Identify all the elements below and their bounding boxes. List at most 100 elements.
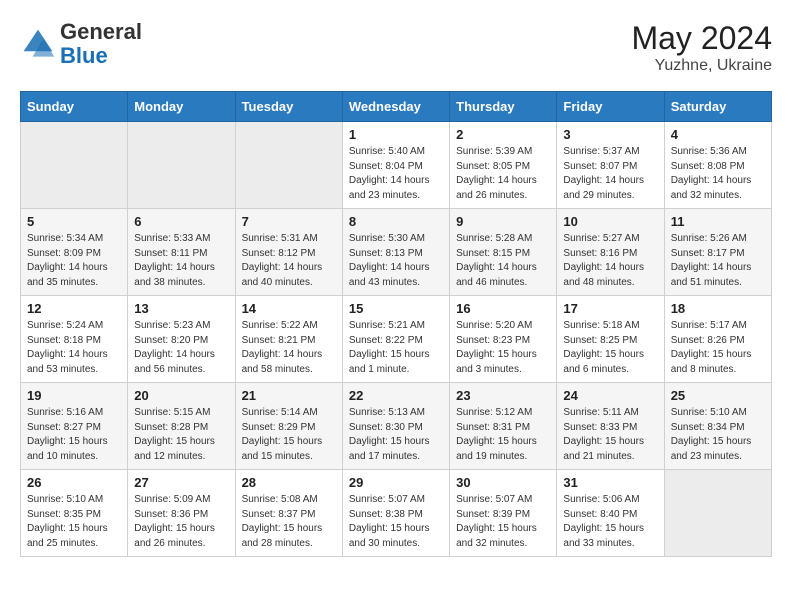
- day-info: Sunrise: 5:26 AM Sunset: 8:17 PM Dayligh…: [671, 232, 765, 290]
- calendar-cell: 26 Sunrise: 5:10 AM Sunset: 8:35 PM Dayli…: [21, 470, 128, 557]
- weekday-header-saturday: Saturday: [664, 92, 771, 122]
- calendar-cell: [235, 122, 342, 209]
- day-info: Sunrise: 5:33 AM Sunset: 8:11 PM Dayligh…: [134, 232, 228, 290]
- calendar-cell: 31 Sunrise: 5:06 AM Sunset: 8:40 PM Dayli…: [557, 470, 664, 557]
- day-number: 17: [563, 301, 657, 316]
- day-number: 16: [456, 301, 550, 316]
- calendar-cell: [664, 470, 771, 557]
- calendar-cell: 18Sunrise: 5:17 AM Sunset: 8:26 PM Dayli…: [664, 296, 771, 383]
- calendar-cell: 30 Sunrise: 5:07 AM Sunset: 8:39 PM Dayli…: [450, 470, 557, 557]
- calendar-cell: [21, 122, 128, 209]
- weekday-header-friday: Friday: [557, 92, 664, 122]
- day-info: Sunrise: 5:10 AM Sunset: 8:35 PM Dayligh…: [27, 493, 121, 551]
- day-number: 20: [134, 388, 228, 403]
- calendar-week-4: 19 Sunrise: 5:16 AM Sunset: 8:27 PM Dayli…: [21, 383, 772, 470]
- calendar-cell: 16 Sunrise: 5:20 AM Sunset: 8:23 PM Dayli…: [450, 296, 557, 383]
- day-info: Sunrise: 5:22 AM Sunset: 8:21 PM Dayligh…: [242, 319, 336, 377]
- day-info: Sunrise: 5:08 AM Sunset: 8:37 PM Dayligh…: [242, 493, 336, 551]
- day-number: 6: [134, 214, 228, 229]
- day-info: Sunrise: 5:16 AM Sunset: 8:27 PM Dayligh…: [27, 406, 121, 464]
- day-info: Sunrise: 5:18 AM Sunset: 8:25 PM Dayligh…: [563, 319, 657, 377]
- day-info: Sunrise: 5:09 AM Sunset: 8:36 PM Dayligh…: [134, 493, 228, 551]
- calendar-cell: 15 Sunrise: 5:21 AM Sunset: 8:22 PM Dayli…: [342, 296, 449, 383]
- day-number: 31: [563, 475, 657, 490]
- day-info: Sunrise: 5:39 AM Sunset: 8:05 PM Dayligh…: [456, 145, 550, 203]
- calendar-cell: 23 Sunrise: 5:12 AM Sunset: 8:31 PM Dayli…: [450, 383, 557, 470]
- calendar-table: SundayMondayTuesdayWednesdayThursdayFrid…: [20, 91, 772, 557]
- day-info: Sunrise: 5:34 AM Sunset: 8:09 PM Dayligh…: [27, 232, 121, 290]
- day-number: 21: [242, 388, 336, 403]
- weekday-header-tuesday: Tuesday: [235, 92, 342, 122]
- day-info: Sunrise: 5:06 AM Sunset: 8:40 PM Dayligh…: [563, 493, 657, 551]
- day-info: Sunrise: 5:31 AM Sunset: 8:12 PM Dayligh…: [242, 232, 336, 290]
- calendar-cell: 20 Sunrise: 5:15 AM Sunset: 8:28 PM Dayli…: [128, 383, 235, 470]
- day-info: Sunrise: 5:21 AM Sunset: 8:22 PM Dayligh…: [349, 319, 443, 377]
- day-number: 27: [134, 475, 228, 490]
- calendar-cell: 28Sunrise: 5:08 AM Sunset: 8:37 PM Dayli…: [235, 470, 342, 557]
- day-info: Sunrise: 5:14 AM Sunset: 8:29 PM Dayligh…: [242, 406, 336, 464]
- day-number: 13: [134, 301, 228, 316]
- day-number: 24: [563, 388, 657, 403]
- calendar-cell: 2 Sunrise: 5:39 AM Sunset: 8:05 PM Daylig…: [450, 122, 557, 209]
- day-number: 30: [456, 475, 550, 490]
- day-info: Sunrise: 5:20 AM Sunset: 8:23 PM Dayligh…: [456, 319, 550, 377]
- calendar-cell: 6 Sunrise: 5:33 AM Sunset: 8:11 PM Daylig…: [128, 209, 235, 296]
- day-number: 3: [563, 127, 657, 142]
- calendar-cell: 13Sunrise: 5:23 AM Sunset: 8:20 PM Dayli…: [128, 296, 235, 383]
- calendar-cell: 3Sunrise: 5:37 AM Sunset: 8:07 PM Daylig…: [557, 122, 664, 209]
- calendar-cell: [128, 122, 235, 209]
- weekday-header-row: SundayMondayTuesdayWednesdayThursdayFrid…: [21, 92, 772, 122]
- logo-text: General Blue: [60, 20, 142, 68]
- day-info: Sunrise: 5:36 AM Sunset: 8:08 PM Dayligh…: [671, 145, 765, 203]
- calendar-cell: 5 Sunrise: 5:34 AM Sunset: 8:09 PM Daylig…: [21, 209, 128, 296]
- calendar-cell: 25Sunrise: 5:10 AM Sunset: 8:34 PM Dayli…: [664, 383, 771, 470]
- day-info: Sunrise: 5:15 AM Sunset: 8:28 PM Dayligh…: [134, 406, 228, 464]
- day-number: 1: [349, 127, 443, 142]
- day-info: Sunrise: 5:28 AM Sunset: 8:15 PM Dayligh…: [456, 232, 550, 290]
- weekday-header-monday: Monday: [128, 92, 235, 122]
- day-number: 14: [242, 301, 336, 316]
- calendar-cell: 9 Sunrise: 5:28 AM Sunset: 8:15 PM Daylig…: [450, 209, 557, 296]
- day-number: 29: [349, 475, 443, 490]
- calendar-cell: 27 Sunrise: 5:09 AM Sunset: 8:36 PM Dayli…: [128, 470, 235, 557]
- day-info: Sunrise: 5:07 AM Sunset: 8:39 PM Dayligh…: [456, 493, 550, 551]
- calendar-cell: 21 Sunrise: 5:14 AM Sunset: 8:29 PM Dayli…: [235, 383, 342, 470]
- title-block: May 2024 Yuzhne, Ukraine: [631, 20, 772, 75]
- day-number: 11: [671, 214, 765, 229]
- calendar-cell: 11 Sunrise: 5:26 AM Sunset: 8:17 PM Dayli…: [664, 209, 771, 296]
- day-number: 22: [349, 388, 443, 403]
- calendar-cell: 8Sunrise: 5:30 AM Sunset: 8:13 PM Daylig…: [342, 209, 449, 296]
- location: Yuzhne, Ukraine: [631, 57, 772, 75]
- calendar-cell: 22Sunrise: 5:13 AM Sunset: 8:30 PM Dayli…: [342, 383, 449, 470]
- day-info: Sunrise: 5:12 AM Sunset: 8:31 PM Dayligh…: [456, 406, 550, 464]
- day-info: Sunrise: 5:27 AM Sunset: 8:16 PM Dayligh…: [563, 232, 657, 290]
- weekday-header-thursday: Thursday: [450, 92, 557, 122]
- calendar-cell: 7Sunrise: 5:31 AM Sunset: 8:12 PM Daylig…: [235, 209, 342, 296]
- logo: General Blue: [20, 20, 142, 68]
- day-info: Sunrise: 5:40 AM Sunset: 8:04 PM Dayligh…: [349, 145, 443, 203]
- day-number: 5: [27, 214, 121, 229]
- calendar-cell: 24 Sunrise: 5:11 AM Sunset: 8:33 PM Dayli…: [557, 383, 664, 470]
- calendar-week-5: 26 Sunrise: 5:10 AM Sunset: 8:35 PM Dayli…: [21, 470, 772, 557]
- day-number: 19: [27, 388, 121, 403]
- calendar-cell: 12 Sunrise: 5:24 AM Sunset: 8:18 PM Dayli…: [21, 296, 128, 383]
- day-number: 26: [27, 475, 121, 490]
- calendar-cell: 4 Sunrise: 5:36 AM Sunset: 8:08 PM Daylig…: [664, 122, 771, 209]
- calendar-week-2: 5 Sunrise: 5:34 AM Sunset: 8:09 PM Daylig…: [21, 209, 772, 296]
- day-number: 15: [349, 301, 443, 316]
- calendar-cell: 14 Sunrise: 5:22 AM Sunset: 8:21 PM Dayli…: [235, 296, 342, 383]
- weekday-header-sunday: Sunday: [21, 92, 128, 122]
- day-number: 9: [456, 214, 550, 229]
- day-number: 2: [456, 127, 550, 142]
- calendar-cell: 1 Sunrise: 5:40 AM Sunset: 8:04 PM Daylig…: [342, 122, 449, 209]
- calendar-week-1: 1 Sunrise: 5:40 AM Sunset: 8:04 PM Daylig…: [21, 122, 772, 209]
- day-info: Sunrise: 5:07 AM Sunset: 8:38 PM Dayligh…: [349, 493, 443, 551]
- day-number: 25: [671, 388, 765, 403]
- calendar-cell: 29 Sunrise: 5:07 AM Sunset: 8:38 PM Dayli…: [342, 470, 449, 557]
- day-info: Sunrise: 5:24 AM Sunset: 8:18 PM Dayligh…: [27, 319, 121, 377]
- day-number: 12: [27, 301, 121, 316]
- day-info: Sunrise: 5:11 AM Sunset: 8:33 PM Dayligh…: [563, 406, 657, 464]
- day-number: 4: [671, 127, 765, 142]
- weekday-header-wednesday: Wednesday: [342, 92, 449, 122]
- day-number: 23: [456, 388, 550, 403]
